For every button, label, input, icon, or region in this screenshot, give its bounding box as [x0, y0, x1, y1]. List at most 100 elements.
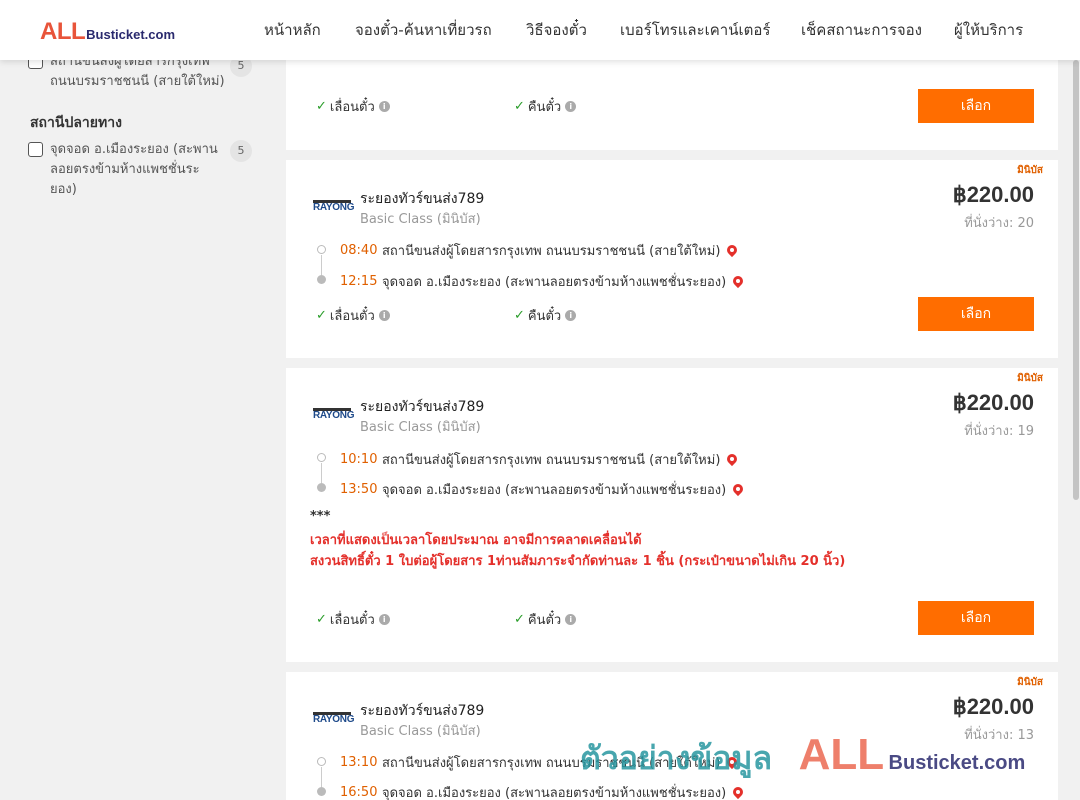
- destination-filter-checkbox[interactable]: [28, 142, 43, 157]
- map-pin-icon[interactable]: [726, 245, 738, 257]
- nav-book-search[interactable]: จองตั๋ว-ค้นหาเที่ยวรถ: [355, 0, 492, 60]
- info-icon[interactable]: i: [378, 614, 390, 625]
- bus-class: Basic Class (มินิบัส): [360, 724, 481, 739]
- route-end-dot: [317, 787, 326, 796]
- refund-ticket-feature: ✓ คืนตั๋ว i: [514, 96, 577, 117]
- departure-time: 10:10: [340, 452, 378, 467]
- logo-rest: Busticket.com: [86, 27, 176, 42]
- map-pin-icon[interactable]: [732, 276, 744, 288]
- change-ticket-label: เลื่อนตั๋ว: [329, 309, 375, 324]
- bus-class: Basic Class (มินิบัส): [360, 212, 481, 227]
- minibus-tag: มินิบัส: [1017, 677, 1043, 688]
- info-icon[interactable]: i: [378, 101, 390, 112]
- nav-providers[interactable]: ผู้ให้บริการ: [954, 0, 1023, 60]
- select-trip-button[interactable]: เลือก: [918, 297, 1034, 331]
- site-header: ALLBusticket.com หน้าหลัก จองตั๋ว-ค้นหาเ…: [0, 0, 1080, 60]
- arrival-stop: 13:50 จุดจอด อ.เมืองระยอง (สะพานลอยตรงข้…: [340, 479, 744, 500]
- minibus-tag: มินิบัส: [1017, 165, 1043, 176]
- map-pin-icon[interactable]: [732, 484, 744, 496]
- map-pin-icon[interactable]: [726, 454, 738, 466]
- select-trip-button[interactable]: เลือก: [918, 89, 1034, 123]
- map-pin-icon[interactable]: [732, 787, 744, 799]
- change-ticket-feature: ✓ เลื่อนตั๋ว i: [316, 609, 390, 630]
- change-ticket-label: เลื่อนตั๋ว: [329, 100, 375, 115]
- operator-name: ระยองทัวร์ขนส่ง789: [360, 191, 485, 207]
- refund-ticket-feature: ✓ คืนตั๋ว i: [514, 305, 577, 326]
- arrival-place: จุดจอด อ.เมืองระยอง (สะพานลอยตรงข้ามห้าง…: [382, 483, 727, 498]
- route-start-dot: [317, 245, 326, 254]
- page-scrollbar[interactable]: [1072, 60, 1080, 800]
- change-ticket-feature: ✓ เลื่อนตั๋ว i: [316, 96, 390, 117]
- arrival-stop: 12:15 จุดจอด อ.เมืองระยอง (สะพานลอยตรงข้…: [340, 271, 744, 292]
- route-line: [321, 255, 322, 275]
- arrival-place: จุดจอด อ.เมืองระยอง (สะพานลอยตรงข้ามห้าง…: [382, 786, 727, 800]
- route-line: [321, 767, 322, 787]
- nav-booking-status[interactable]: เช็คสถานะการจอง: [801, 0, 922, 60]
- operator-logo: RAYONG: [313, 408, 355, 421]
- departure-time: 08:40: [340, 243, 378, 258]
- info-icon[interactable]: i: [565, 310, 577, 321]
- check-icon: ✓: [316, 612, 327, 627]
- watermark-text: ตัวอย่างข้อมูล: [580, 739, 773, 777]
- destination-section-title: สถานีปลายทาง: [30, 115, 122, 131]
- operator-name: ระยองทัวร์ขนส่ง789: [360, 399, 485, 415]
- change-ticket-label: เลื่อนตั๋ว: [329, 613, 375, 628]
- seats-available: ที่นั่งว่าง: 20: [964, 216, 1034, 231]
- nav-how-to-book[interactable]: วิธีจองตั๋ว: [526, 0, 587, 60]
- departure-place: สถานีขนส่งผู้โดยสารกรุงเทพ ถนนบรมราชชนนี…: [382, 453, 721, 468]
- refund-ticket-feature: ✓ คืนตั๋ว i: [514, 609, 577, 630]
- watermark: ตัวอย่างข้อมูล ALL Busticket.com: [580, 730, 1025, 784]
- arrival-time: 12:15: [340, 274, 378, 289]
- check-icon: ✓: [514, 612, 525, 627]
- route-start-dot: [317, 757, 326, 766]
- operator-logo: RAYONG: [313, 712, 355, 725]
- operator-name: ระยองทัวร์ขนส่ง789: [360, 703, 485, 719]
- trip-note-line-1: เวลาที่แสดงเป็นเวลาโดยประมาณ อาจมีการคลา…: [310, 533, 642, 548]
- refund-ticket-label: คืนตั๋ว: [527, 309, 562, 324]
- route-end-dot: [317, 483, 326, 492]
- filter-sidebar: สถานีขนส่งผู้โดยสารกรุงเทพ ถนนบรมราชชนนี…: [0, 0, 270, 800]
- destination-filter-count: 5: [230, 140, 252, 162]
- trip-price: ฿220.00: [952, 694, 1034, 719]
- arrival-stop: 16:50 จุดจอด อ.เมืองระยอง (สะพานลอยตรงข้…: [340, 782, 744, 800]
- info-icon[interactable]: i: [565, 101, 577, 112]
- destination-filter-label: จุดจอด อ.เมืองระยอง (สะพานลอยตรงข้ามห้าง…: [50, 142, 218, 197]
- operator-logo: RAYONG: [313, 200, 355, 213]
- route-line: [321, 463, 322, 483]
- refund-ticket-label: คืนตั๋ว: [527, 100, 562, 115]
- departure-stop: 08:40 สถานีขนส่งผู้โดยสารกรุงเทพ ถนนบรมร…: [340, 240, 738, 261]
- check-icon: ✓: [316, 99, 327, 114]
- destination-filter-item[interactable]: จุดจอด อ.เมืองระยอง (สะพานลอยตรงข้ามห้าง…: [28, 140, 225, 200]
- seats-available: ที่นั่งว่าง: 19: [964, 424, 1034, 439]
- minibus-tag: มินิบัส: [1017, 373, 1043, 384]
- info-icon[interactable]: i: [565, 614, 577, 625]
- watermark-logo-rest: Busticket.com: [888, 752, 1026, 774]
- refund-ticket-label: คืนตั๋ว: [527, 613, 562, 628]
- check-icon: ✓: [514, 99, 525, 114]
- trip-note-stars: ***: [310, 509, 331, 524]
- scrollbar-thumb[interactable]: [1073, 60, 1079, 500]
- info-icon[interactable]: i: [378, 310, 390, 321]
- arrival-time: 16:50: [340, 785, 378, 800]
- trip-note-line-2: สงวนสิทธิ์ตั๋ว 1 ใบต่อผู้โดยสาร 1ท่านสัม…: [310, 554, 846, 569]
- site-logo[interactable]: ALLBusticket.com: [40, 18, 175, 46]
- trip-card-1: มินิบัส RAYONG ระยองทัวร์ขนส่ง789 Basic …: [286, 160, 1058, 358]
- bus-class: Basic Class (มินิบัส): [360, 420, 481, 435]
- check-icon: ✓: [514, 308, 525, 323]
- route-end-dot: [317, 275, 326, 284]
- departure-time: 13:10: [340, 755, 378, 770]
- departure-stop: 10:10 สถานีขนส่งผู้โดยสารกรุงเทพ ถนนบรมร…: [340, 449, 738, 470]
- logo-all: ALL: [40, 18, 86, 45]
- trip-card-2: มินิบัส RAYONG ระยองทัวร์ขนส่ง789 Basic …: [286, 368, 1058, 662]
- select-trip-button[interactable]: เลือก: [918, 601, 1034, 635]
- arrival-place: จุดจอด อ.เมืองระยอง (สะพานลอยตรงข้ามห้าง…: [382, 275, 727, 290]
- route-start-dot: [317, 453, 326, 462]
- nav-phone-counter[interactable]: เบอร์โทรและเคาน์เตอร์: [620, 0, 770, 60]
- trip-price: ฿220.00: [952, 390, 1034, 415]
- check-icon: ✓: [316, 308, 327, 323]
- arrival-time: 13:50: [340, 482, 378, 497]
- departure-place: สถานีขนส่งผู้โดยสารกรุงเทพ ถนนบรมราชชนนี…: [382, 244, 721, 259]
- watermark-logo-all: ALL: [798, 730, 885, 779]
- nav-home[interactable]: หน้าหลัก: [264, 0, 321, 60]
- trip-price: ฿220.00: [952, 182, 1034, 207]
